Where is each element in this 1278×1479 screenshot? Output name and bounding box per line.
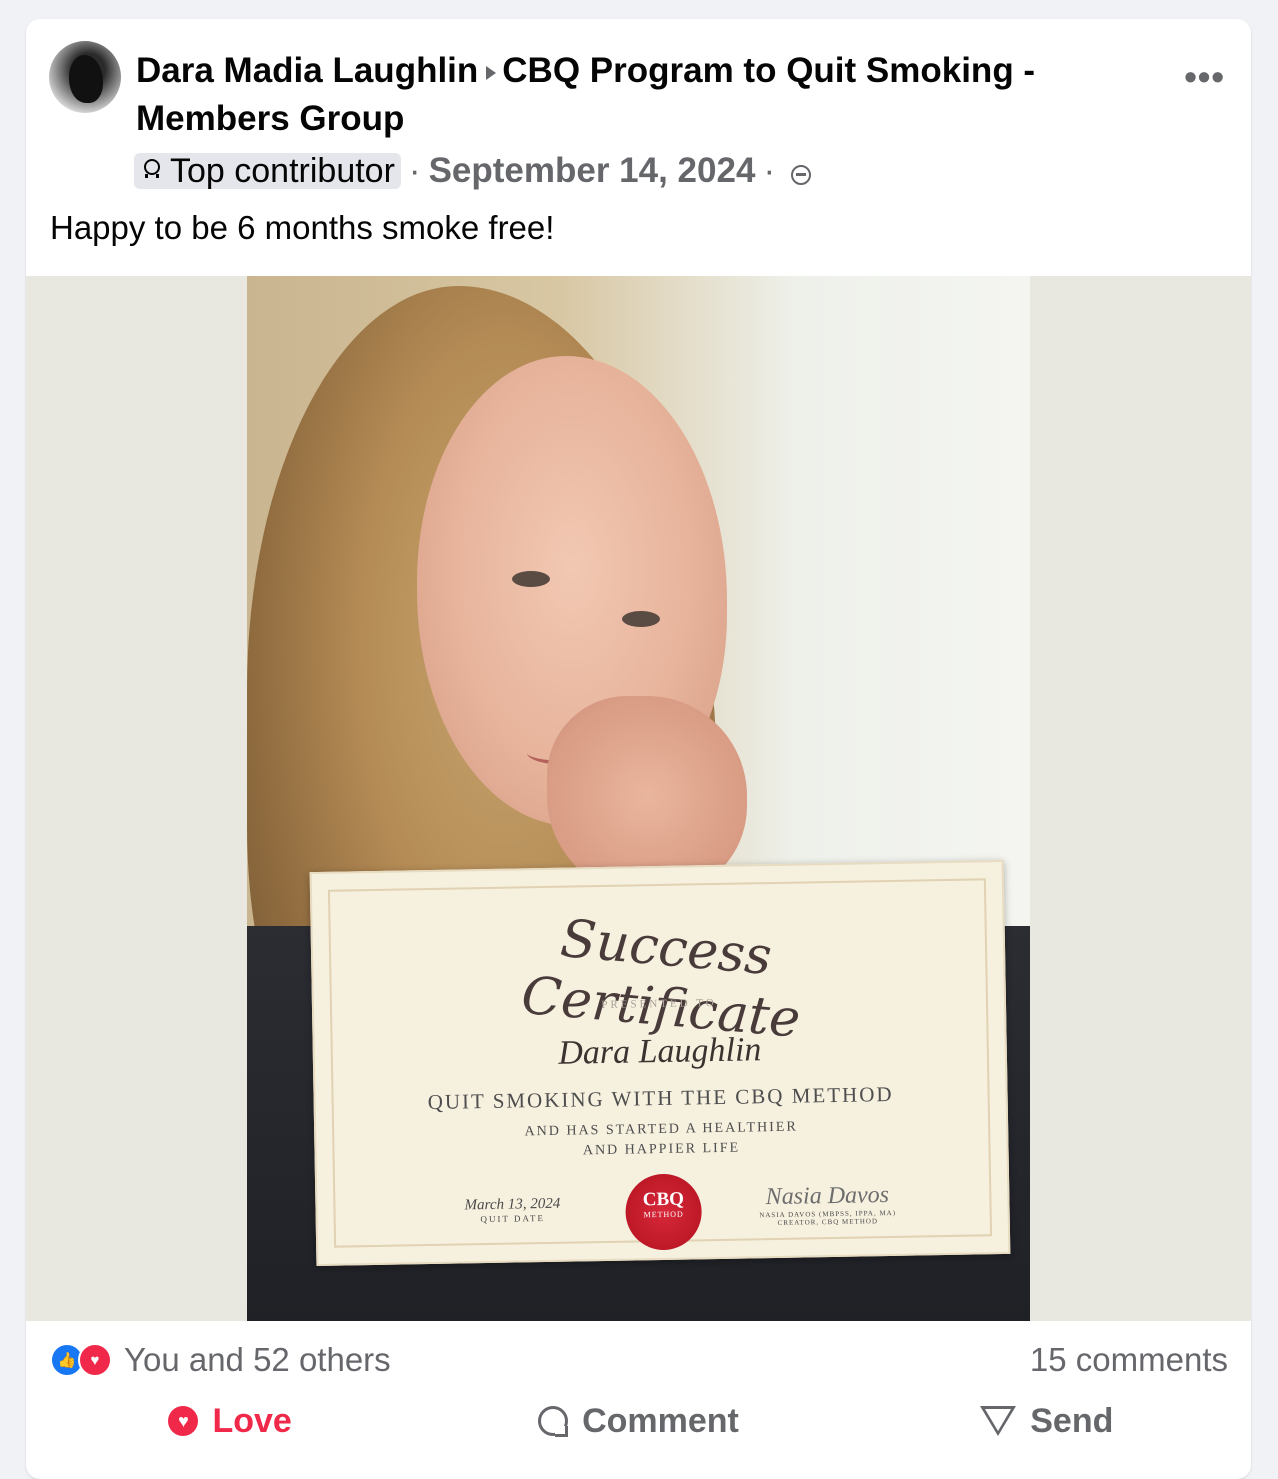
post-text: Happy to be 6 months smoke free! <box>50 209 555 246</box>
certificate-signature: Nasia Davos NASIA DAVOS (MBPSS, IPPA, MA… <box>737 1182 918 1228</box>
meta-separator: · <box>408 151 421 190</box>
reactions-left[interactable]: 👍 ♥ You and 52 others <box>50 1341 391 1379</box>
top-contributor-badge[interactable]: Top contributor <box>134 151 401 190</box>
love-icon <box>168 1406 199 1436</box>
comment-icon <box>538 1406 569 1437</box>
reaction-icons: 👍 ♥ <box>50 1343 112 1377</box>
success-certificate: Success Certificate PRESENTED TO Dara La… <box>309 859 1011 1267</box>
signature-script: Nasia Davos <box>765 1182 890 1211</box>
love-reaction-icon: ♥ <box>78 1343 112 1377</box>
send-button[interactable]: Send <box>843 1402 1251 1441</box>
post-meta: Top contributor · September 14, 2024 · <box>134 147 812 195</box>
badge-icon <box>144 159 160 178</box>
reactions-count-text[interactable]: You and 52 others <box>124 1341 391 1379</box>
comments-count[interactable]: 15 comments <box>1030 1341 1228 1379</box>
post-photo-area[interactable]: Success Certificate PRESENTED TO Dara La… <box>26 276 1251 1321</box>
send-icon <box>980 1406 1017 1436</box>
photo-eye-left <box>512 571 550 587</box>
badge-label: Top contributor <box>170 151 395 190</box>
send-label: Send <box>1030 1401 1114 1440</box>
certificate-subline: AND HAS STARTED A HEALTHIER AND HAPPIER … <box>524 1119 798 1159</box>
photo-eye-right <box>622 611 660 627</box>
author-name[interactable]: Dara Madia Laughlin <box>136 51 478 90</box>
post-date[interactable]: September 14, 2024 <box>429 151 756 191</box>
certificate-date: March 13, 2024 QUIT DATE <box>437 1195 587 1225</box>
reactions-summary: 👍 ♥ You and 52 others 15 comments <box>50 1337 1228 1383</box>
love-button[interactable]: Love <box>26 1402 434 1441</box>
seal-sub-text: METHOD <box>643 1209 684 1220</box>
post-card: Dara Madia Laughlin CBQ Program to Quit S… <box>26 19 1251 1479</box>
love-label: Love <box>212 1401 292 1440</box>
author-avatar[interactable] <box>49 41 121 113</box>
comment-button[interactable]: Comment <box>434 1402 842 1441</box>
post-header: Dara Madia Laughlin CBQ Program to Quit S… <box>136 47 1066 143</box>
post-actions: Love Comment Send <box>26 1393 1251 1449</box>
more-options-icon[interactable]: ••• <box>1184 59 1225 95</box>
comment-label: Comment <box>582 1401 739 1440</box>
post-photo[interactable]: Success Certificate PRESENTED TO Dara La… <box>247 276 1030 1321</box>
meta-separator-2: · <box>763 151 776 190</box>
seal-main-text: CBQ <box>642 1188 685 1211</box>
group-audience-icon[interactable] <box>791 165 812 185</box>
arrow-right-icon <box>486 65 497 80</box>
